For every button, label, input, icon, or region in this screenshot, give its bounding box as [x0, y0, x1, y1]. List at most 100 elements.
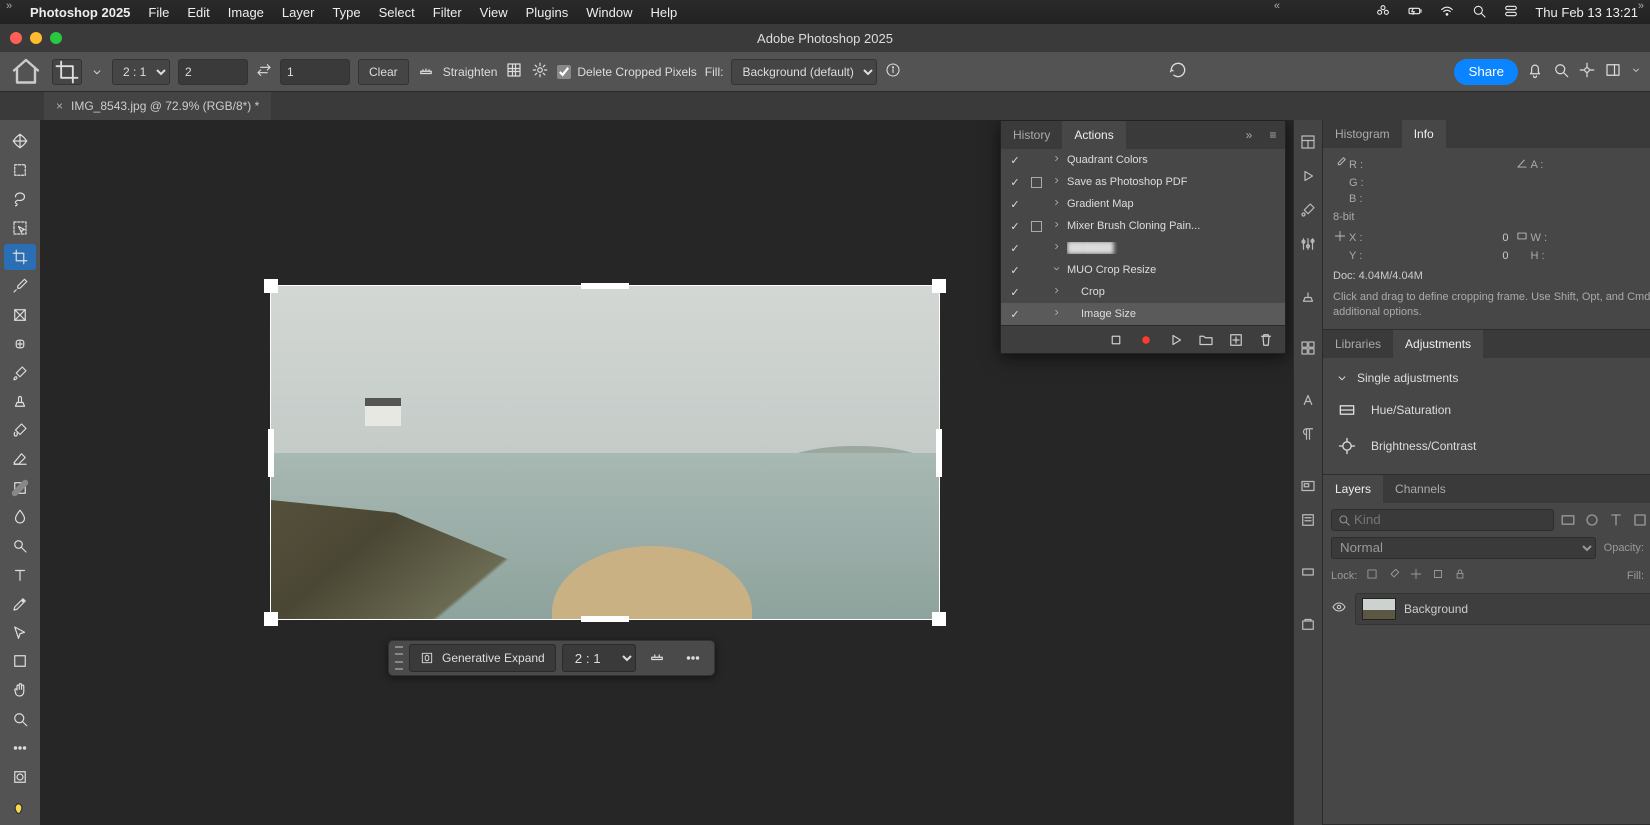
eraser-tool[interactable] — [4, 446, 36, 473]
window-zoom-button[interactable] — [50, 32, 62, 44]
chevron-right-icon[interactable] — [1049, 197, 1063, 211]
action-toggle-checkbox[interactable]: ✓ — [1007, 198, 1023, 211]
wifi-icon[interactable] — [1439, 3, 1455, 22]
menu-edit[interactable]: Edit — [187, 5, 209, 20]
context-ratio-select[interactable]: 2 : 1 — [562, 644, 636, 672]
canvas-area[interactable]: Generative Expand 2 : 1 History Actions … — [40, 120, 1293, 825]
crop-tool[interactable] — [4, 244, 36, 271]
action-toggle-checkbox[interactable]: ✓ — [1007, 264, 1023, 277]
spotlight-icon[interactable] — [1471, 3, 1487, 22]
tab-adjustments[interactable]: Adjustments — [1393, 330, 1483, 358]
quick-mask-button[interactable] — [4, 764, 36, 791]
dock-swatches-icon[interactable] — [1294, 334, 1322, 362]
edit-toolbar-button[interactable] — [4, 735, 36, 762]
lock-all-icon[interactable] — [1453, 567, 1467, 584]
tab-libraries[interactable]: Libraries — [1323, 330, 1393, 358]
menu-help[interactable]: Help — [651, 5, 678, 20]
crop-handle-tl[interactable] — [264, 279, 278, 293]
action-toggle-checkbox[interactable]: ✓ — [1007, 176, 1023, 189]
actions-play-button[interactable] — [1167, 331, 1185, 349]
chevron-right-icon[interactable] — [1049, 153, 1063, 167]
actions-history-panel[interactable]: History Actions » ≡ ✓Quadrant Colors✓Sav… — [1000, 120, 1286, 354]
tab-layers[interactable]: Layers — [1323, 475, 1383, 503]
filter-type-icon[interactable] — [1606, 510, 1626, 530]
action-row[interactable]: ✓Save as Photoshop PDF — [1001, 171, 1285, 193]
actions-record-button[interactable] — [1137, 331, 1155, 349]
dock-notes-icon[interactable] — [1294, 506, 1322, 534]
action-row[interactable]: ✓██████ — [1001, 237, 1285, 259]
actions-stop-button[interactable] — [1107, 331, 1125, 349]
actions-new-action-button[interactable] — [1227, 331, 1245, 349]
filter-adjustment-icon[interactable] — [1582, 510, 1602, 530]
share-button[interactable]: Share — [1454, 59, 1518, 85]
action-row[interactable]: ✓MUO Crop Resize — [1001, 259, 1285, 281]
clone-stamp-tool[interactable] — [4, 388, 36, 415]
dock-color-icon[interactable] — [1294, 558, 1322, 586]
dock-properties-icon[interactable] — [1294, 128, 1322, 156]
marquee-tool[interactable] — [4, 157, 36, 184]
actions-panel-menu-icon[interactable]: ≡ — [1261, 128, 1285, 142]
menu-select[interactable]: Select — [379, 5, 415, 20]
battery-icon[interactable] — [1407, 3, 1423, 22]
action-row[interactable]: ✓Image Size — [1001, 303, 1285, 325]
object-selection-tool[interactable] — [4, 215, 36, 242]
crop-handle-br[interactable] — [932, 612, 946, 626]
action-toggle-checkbox[interactable]: ✓ — [1007, 242, 1023, 255]
window-close-button[interactable] — [10, 32, 22, 44]
action-toggle-checkbox[interactable]: ✓ — [1007, 154, 1023, 167]
healing-brush-tool[interactable] — [4, 330, 36, 357]
tab-histogram[interactable]: Histogram — [1323, 120, 1402, 148]
tab-info[interactable]: Info — [1402, 120, 1446, 148]
straighten-button[interactable]: Straighten — [417, 63, 498, 81]
delete-cropped-checkbox-input[interactable] — [557, 65, 571, 79]
menu-filter[interactable]: Filter — [433, 5, 462, 20]
filter-pixel-icon[interactable] — [1558, 510, 1578, 530]
dodge-tool[interactable] — [4, 532, 36, 559]
document-tab[interactable]: × IMG_8543.jpg @ 72.9% (RGB/8*) * — [44, 92, 271, 120]
generative-expand-button[interactable]: Generative Expand — [409, 644, 556, 672]
tool-preset-chevron-icon[interactable] — [90, 59, 104, 85]
lock-artboard-icon[interactable] — [1431, 567, 1445, 584]
action-modal-toggle[interactable] — [1027, 177, 1045, 188]
dock-character-icon[interactable] — [1294, 386, 1322, 414]
adjustment-brightness-contrast[interactable]: Brightness/Contrast — [1333, 428, 1650, 464]
toolbar-collapse-icon[interactable]: » — [6, 0, 12, 12]
contextual-task-bar-icon[interactable] — [1578, 61, 1596, 82]
menu-image[interactable]: Image — [228, 5, 264, 20]
hand-tool[interactable] — [4, 677, 36, 704]
layer-row-background[interactable]: Background — [1355, 593, 1650, 625]
crop-height-input[interactable] — [280, 59, 350, 85]
crop-width-input[interactable] — [178, 59, 248, 85]
single-adjustments-header[interactable]: Single adjustments — [1333, 364, 1650, 392]
action-toggle-checkbox[interactable]: ✓ — [1007, 220, 1023, 233]
search-icon[interactable] — [1552, 61, 1570, 82]
window-minimize-button[interactable] — [30, 32, 42, 44]
chevron-right-icon[interactable] — [1049, 241, 1063, 255]
notifications-icon[interactable] — [1526, 61, 1544, 82]
drag-grip-icon[interactable] — [395, 646, 403, 670]
panels-collapse-left-icon[interactable]: « — [1274, 0, 1280, 12]
adjustment-hue-saturation[interactable]: Hue/Saturation — [1333, 392, 1650, 428]
filter-shape-icon[interactable] — [1630, 510, 1650, 530]
crop-ratio-preset[interactable]: 2 : 1 — [112, 59, 170, 85]
app-name[interactable]: Photoshop 2025 — [30, 5, 130, 20]
crop-tool-preset-icon[interactable] — [52, 59, 82, 85]
chevron-down-icon[interactable] — [1049, 263, 1063, 277]
shape-tool[interactable] — [4, 648, 36, 675]
action-toggle-checkbox[interactable]: ✓ — [1007, 308, 1023, 321]
menu-window[interactable]: Window — [586, 5, 632, 20]
eyedropper-tool[interactable] — [4, 272, 36, 299]
type-tool[interactable] — [4, 561, 36, 588]
lock-position-icon[interactable] — [1387, 567, 1401, 584]
layers-filter-input[interactable] — [1331, 509, 1554, 531]
close-tab-icon[interactable]: × — [56, 99, 63, 113]
control-center-icon[interactable] — [1503, 3, 1519, 22]
move-tool[interactable] — [4, 128, 36, 155]
cc-status-icon[interactable] — [1375, 3, 1391, 22]
dock-brush-icon[interactable] — [1294, 196, 1322, 224]
swap-dimensions-button[interactable] — [256, 62, 272, 81]
menu-view[interactable]: View — [480, 5, 508, 20]
crop-settings-gear-icon[interactable] — [531, 61, 549, 82]
panels-collapse-right-icon[interactable]: » — [1638, 0, 1644, 12]
delete-cropped-checkbox[interactable]: Delete Cropped Pixels — [557, 65, 696, 79]
